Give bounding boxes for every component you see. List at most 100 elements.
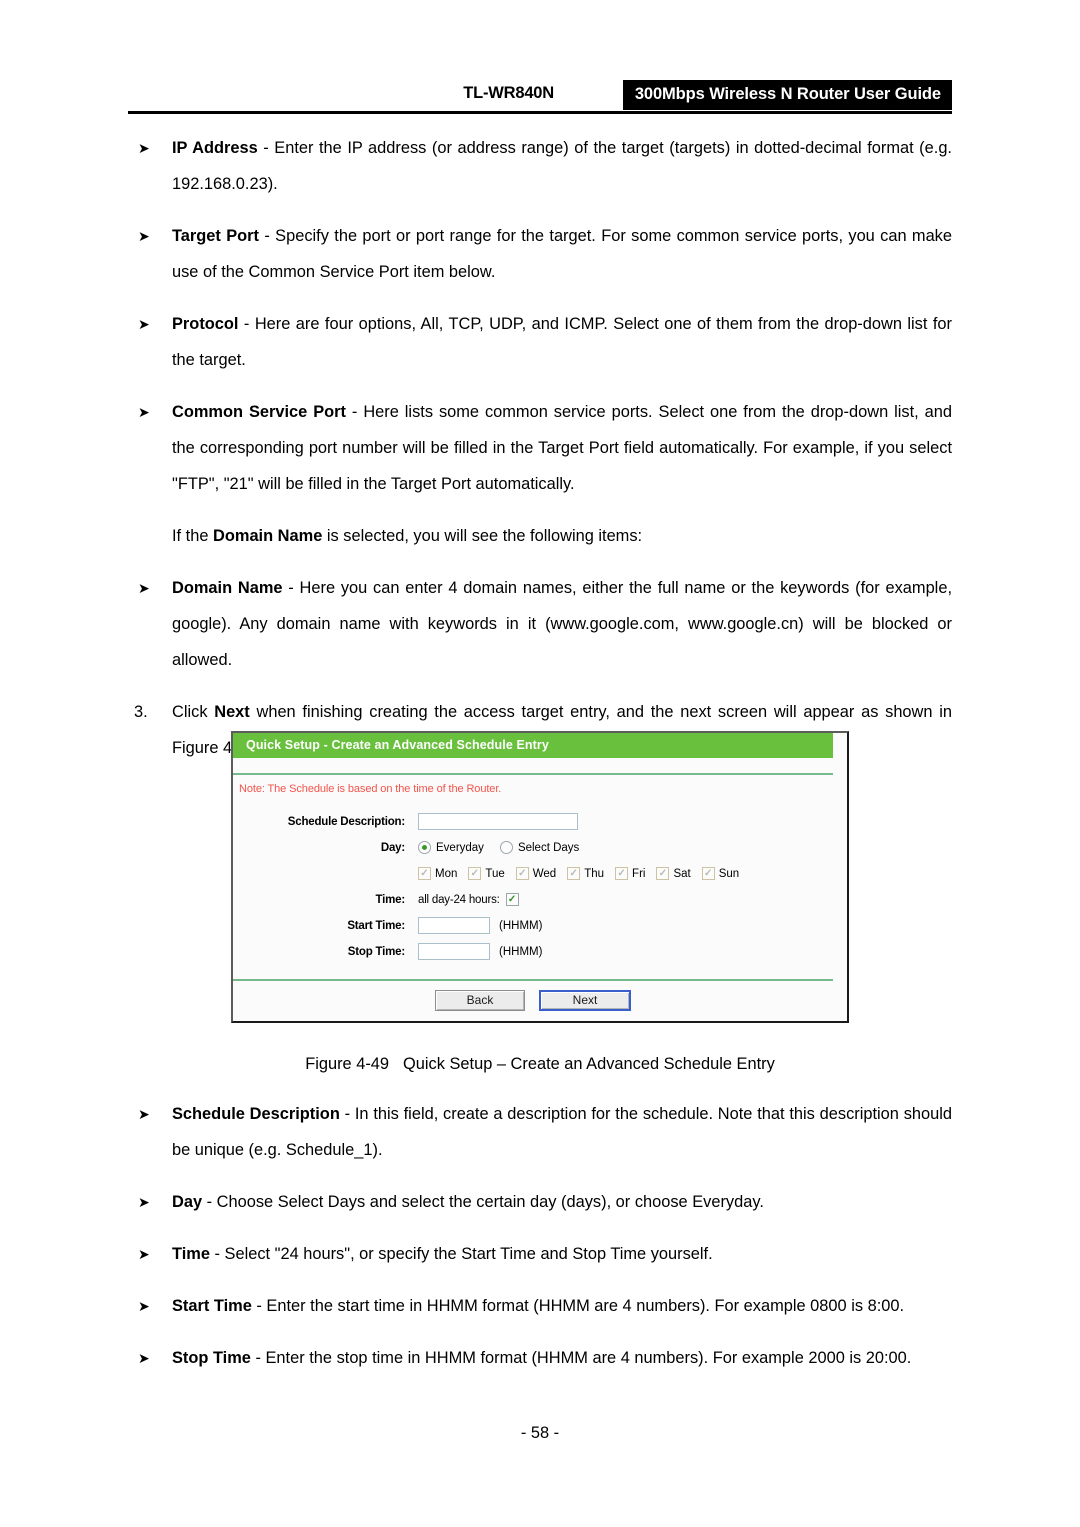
bullet-target-port: ➤ Target Port - Specify the port or port…: [128, 218, 952, 290]
stop-time-input[interactable]: [418, 943, 490, 960]
radio-select-days[interactable]: [499, 841, 513, 854]
checkbox-tue-label: Tue: [485, 867, 505, 880]
checkbox-fri-label: Fri: [632, 867, 646, 880]
bullet-term: Schedule Description: [172, 1105, 340, 1123]
header-title: 300Mbps Wireless N Router User Guide: [622, 80, 952, 110]
day-label: Day:: [380, 841, 405, 854]
bullet-term: Protocol: [172, 315, 239, 333]
bullet-text: - Enter the IP address (or address range…: [172, 139, 952, 193]
bullet-domain-name: ➤ Domain Name - Here you can enter 4 dom…: [128, 570, 952, 678]
checkbox-sun-label: Sun: [718, 867, 740, 880]
bullet-term: Domain Name: [172, 579, 283, 597]
arrow-bullet-icon: ➤: [138, 1350, 150, 1366]
checkbox-mon[interactable]: ✓: [418, 867, 431, 880]
stop-time-label: Stop Time:: [347, 945, 405, 958]
form-row-time: Time: all day-24 hours: ✓: [233, 887, 847, 912]
bullet-protocol: ➤ Protocol - Here are four options, All,…: [128, 306, 952, 378]
intro-bold: Domain Name: [213, 527, 323, 545]
back-button[interactable]: Back: [435, 990, 525, 1011]
figure-caption-number: Figure 4-49: [305, 1055, 390, 1073]
start-time-input[interactable]: [418, 917, 490, 934]
router-panel-title: Quick Setup - Create an Advanced Schedul…: [233, 733, 833, 758]
router-panel-button-bar: Back Next: [233, 981, 833, 1021]
step-number: 3.: [134, 703, 148, 721]
figure-caption: Figure 4-49 Quick Setup – Create an Advan…: [0, 1055, 1080, 1074]
form-row-days-checkboxes: ✓ Mon ✓ Tue ✓ Wed ✓ Thu ✓ Fri ✓ Sat ✓ Su…: [233, 861, 847, 886]
bullet-term: Time: [172, 1245, 210, 1263]
arrow-bullet-icon: ➤: [138, 1246, 150, 1262]
checkbox-mon-label: Mon: [435, 867, 458, 880]
stop-time-hint: (HHMM): [499, 945, 543, 958]
bullet-term: Target Port: [172, 227, 260, 245]
arrow-bullet-icon: ➤: [138, 316, 150, 332]
bullet-text: - Enter the start time in HHMM format (H…: [251, 1297, 905, 1315]
checkbox-tue[interactable]: ✓: [468, 867, 482, 880]
domain-name-intro: If the Domain Name is selected, you will…: [128, 518, 952, 554]
body-top: ➤ IP Address - Enter the IP address (or …: [128, 130, 952, 782]
arrow-bullet-icon: ➤: [138, 404, 150, 420]
bullet-term: IP Address: [172, 139, 258, 157]
radio-select-days-label: Select Days: [517, 841, 580, 854]
page-header: TL-WR840N 300Mbps Wireless N Router User…: [128, 80, 952, 112]
bullet-text: - Specify the port or port range for the…: [172, 227, 952, 281]
arrow-bullet-icon: ➤: [138, 140, 150, 156]
bullet-text: - Select "24 hours", or specify the Star…: [209, 1245, 713, 1263]
bullet-text: - Enter the stop time in HHMM format (HH…: [250, 1349, 912, 1367]
arrow-bullet-icon: ➤: [138, 580, 150, 596]
radio-everyday-label: Everyday: [436, 841, 484, 854]
bullet-term: Stop Time: [172, 1349, 251, 1367]
intro-pre: If the: [172, 527, 214, 545]
checkbox-sun[interactable]: ✓: [701, 867, 715, 880]
figure-caption-text: Quick Setup – Create an Advanced Schedul…: [403, 1055, 775, 1073]
form-row-day: Day: Everyday Select Days: [233, 835, 847, 860]
form-row-start-time: Start Time: (HHMM): [233, 913, 847, 938]
checkbox-sat-label: Sat: [673, 867, 691, 880]
time-label: Time:: [375, 893, 406, 906]
radio-everyday[interactable]: [418, 841, 431, 854]
start-time-label: Start Time:: [347, 919, 405, 932]
start-time-hint: (HHMM): [499, 919, 543, 932]
all-day-label: all day-24 hours:: [418, 893, 500, 906]
checkbox-thu[interactable]: ✓: [567, 867, 581, 880]
next-button[interactable]: Next: [539, 990, 631, 1011]
intro-post: is selected, you will see the following …: [322, 527, 643, 545]
header-model-name: TL-WR840N: [463, 84, 554, 102]
step-pre: Click: [172, 703, 215, 721]
body-bottom: ➤ Schedule Description - In this field, …: [128, 1096, 952, 1392]
checkbox-fri[interactable]: ✓: [615, 867, 629, 880]
router-web-ui-panel: Quick Setup - Create an Advanced Schedul…: [231, 731, 849, 1023]
schedule-description-input[interactable]: [418, 813, 578, 830]
bullet-term: Start Time: [172, 1297, 252, 1315]
router-panel-note: Note: The Schedule is based on the time …: [239, 783, 502, 795]
checkbox-sat[interactable]: ✓: [656, 867, 670, 880]
figure-4-49: Quick Setup - Create an Advanced Schedul…: [231, 731, 849, 1023]
checkbox-thu-label: Thu: [584, 867, 605, 880]
form-row-schedule-description: Schedule Description:: [233, 809, 847, 834]
bullet-start-time: ➤ Start Time - Enter the start time in H…: [128, 1288, 952, 1324]
step-bold: Next: [214, 703, 250, 721]
form-row-stop-time: Stop Time: (HHMM): [233, 939, 847, 964]
arrow-bullet-icon: ➤: [138, 1106, 150, 1122]
schedule-description-label: Schedule Description:: [287, 815, 405, 828]
header-rule: [128, 111, 952, 114]
bullet-term: Common Service Port: [172, 403, 346, 421]
bullet-text: - Here you can enter 4 domain names, eit…: [172, 579, 952, 669]
router-panel-spacer: [233, 758, 847, 773]
bullet-term: Day: [172, 1193, 203, 1211]
checkbox-wed[interactable]: ✓: [515, 867, 529, 880]
checkbox-all-day-24-hours[interactable]: ✓: [505, 893, 519, 906]
bullet-schedule-description: ➤ Schedule Description - In this field, …: [128, 1096, 952, 1168]
bullet-text: - Choose Select Days and select the cert…: [202, 1193, 764, 1211]
bullet-stop-time: ➤ Stop Time - Enter the stop time in HHM…: [128, 1340, 952, 1376]
arrow-bullet-icon: ➤: [138, 228, 150, 244]
bullet-time: ➤ Time - Select "24 hours", or specify t…: [128, 1236, 952, 1272]
checkbox-wed-label: Wed: [532, 867, 557, 880]
page-number: - 58 -: [520, 1424, 560, 1442]
bullet-text: - Here are four options, All, TCP, UDP, …: [172, 315, 952, 369]
bullet-ip-address: ➤ IP Address - Enter the IP address (or …: [128, 130, 952, 202]
bullet-day: ➤ Day - Choose Select Days and select th…: [128, 1184, 952, 1220]
arrow-bullet-icon: ➤: [138, 1194, 150, 1210]
bullet-common-service-port: ➤ Common Service Port - Here lists some …: [128, 394, 952, 502]
schedule-form: Schedule Description: Day: Everyday Sele…: [233, 803, 847, 979]
arrow-bullet-icon: ➤: [138, 1298, 150, 1314]
